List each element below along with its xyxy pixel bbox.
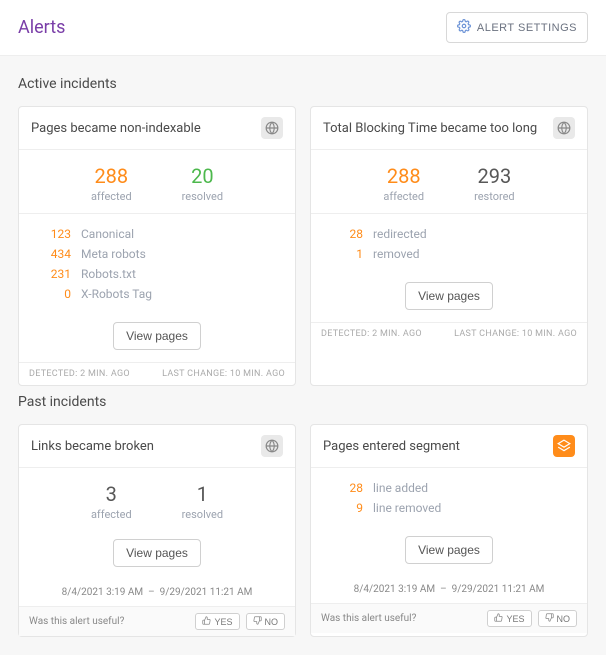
card-segment: Pages entered segment 28 line added 9 line…	[310, 424, 588, 637]
stat-affected-label: affected	[383, 190, 424, 203]
stat-affected-num: 288	[383, 164, 424, 188]
no-label: NO	[557, 614, 571, 624]
line-label: Robots.txt	[81, 267, 136, 281]
stat-restored-num: 293	[474, 164, 515, 188]
yes-label: YES	[506, 614, 524, 624]
thumbs-down-icon	[253, 616, 262, 627]
section-active-title: Active incidents	[18, 76, 588, 92]
date-to: 9/29/2021 11:21 AM	[160, 587, 253, 598]
detail-line: 28 line added	[323, 478, 575, 498]
section-past-title: Past incidents	[18, 394, 588, 410]
date-from: 8/4/2021 3:19 AM	[354, 584, 435, 595]
stat-affected-num: 3	[91, 482, 132, 506]
detected-meta: DETECTED: 2 MIN. AGO	[321, 329, 422, 339]
page-title: Alerts	[18, 17, 65, 38]
detail-line: 0 X-Robots Tag	[31, 284, 283, 304]
thumbs-down-icon	[545, 613, 554, 624]
line-label: Canonical	[81, 227, 134, 241]
line-label: redirected	[373, 227, 427, 241]
gear-icon	[457, 19, 471, 36]
view-pages-button[interactable]: View pages	[405, 536, 493, 564]
card-broken-links: Links became broken 3 affected 1 resolve…	[18, 424, 296, 637]
detail-line: 28 redirected	[323, 224, 575, 244]
card-title: Links became broken	[31, 439, 154, 454]
line-num: 28	[323, 481, 363, 495]
stat-resolved-label: resolved	[182, 508, 223, 521]
view-pages-button[interactable]: View pages	[113, 539, 201, 567]
stat-affected-num: 288	[91, 164, 132, 188]
segment-icon	[553, 435, 575, 457]
line-num: 123	[31, 227, 71, 241]
stat-restored: 293 restored	[474, 164, 515, 203]
line-num: 9	[323, 501, 363, 515]
detail-line: 434 Meta robots	[31, 244, 283, 264]
line-label: line removed	[373, 501, 441, 515]
stat-affected: 3 affected	[91, 482, 132, 521]
line-num: 434	[31, 247, 71, 261]
line-label: X-Robots Tag	[81, 287, 152, 301]
useful-yes-button[interactable]: YES	[195, 613, 239, 630]
thumbs-up-icon	[494, 613, 503, 624]
stat-resolved-label: resolved	[182, 190, 223, 203]
stat-affected-label: affected	[91, 190, 132, 203]
useful-no-button[interactable]: NO	[246, 613, 286, 630]
globe-icon	[261, 435, 283, 457]
line-label: Meta robots	[81, 247, 146, 261]
card-tbt: Total Blocking Time became too long 288 …	[310, 106, 588, 386]
yes-label: YES	[214, 617, 232, 627]
useful-yes-button[interactable]: YES	[487, 610, 531, 627]
stat-affected: 288 affected	[91, 164, 132, 203]
globe-icon	[553, 117, 575, 139]
date-range: 8/4/2021 3:19 AM – 9/29/2021 11:21 AM	[19, 579, 295, 606]
stat-restored-label: restored	[474, 190, 515, 203]
stat-resolved: 20 resolved	[182, 164, 223, 203]
stat-affected: 288 affected	[383, 164, 424, 203]
detected-meta: DETECTED: 2 MIN. AGO	[29, 369, 130, 379]
useful-label: Was this alert useful?	[29, 616, 124, 627]
detail-line: 231 Robots.txt	[31, 264, 283, 284]
thumbs-up-icon	[202, 616, 211, 627]
view-pages-button[interactable]: View pages	[405, 282, 493, 310]
stat-resolved-num: 20	[182, 164, 223, 188]
stat-affected-label: affected	[91, 508, 132, 521]
useful-no-button[interactable]: NO	[538, 610, 578, 627]
card-nonindexable: Pages became non-indexable 288 affected …	[18, 106, 296, 386]
detail-line: 9 line removed	[323, 498, 575, 518]
date-to: 9/29/2021 11:21 AM	[452, 584, 545, 595]
view-pages-button[interactable]: View pages	[113, 322, 201, 350]
card-title: Total Blocking Time became too long	[323, 121, 537, 136]
detail-line: 123 Canonical	[31, 224, 283, 244]
no-label: NO	[265, 617, 279, 627]
line-label: line added	[373, 481, 428, 495]
globe-icon	[261, 117, 283, 139]
card-title: Pages entered segment	[323, 439, 460, 454]
last-change-meta: LAST CHANGE: 10 MIN. AGO	[454, 329, 577, 339]
useful-label: Was this alert useful?	[321, 613, 416, 624]
stat-resolved: 1 resolved	[182, 482, 223, 521]
last-change-meta: LAST CHANGE: 10 MIN. AGO	[162, 369, 285, 379]
line-num: 1	[323, 247, 363, 261]
detail-line: 1 removed	[323, 244, 575, 264]
date-range: 8/4/2021 3:19 AM – 9/29/2021 11:21 AM	[311, 576, 587, 603]
stat-resolved-num: 1	[182, 482, 223, 506]
card-title: Pages became non-indexable	[31, 121, 201, 136]
date-from: 8/4/2021 3:19 AM	[62, 587, 143, 598]
alert-settings-button[interactable]: ALERT SETTINGS	[446, 12, 588, 43]
line-num: 28	[323, 227, 363, 241]
line-label: removed	[373, 247, 419, 261]
line-num: 231	[31, 267, 71, 281]
alert-settings-label: ALERT SETTINGS	[477, 22, 577, 34]
line-num: 0	[31, 287, 71, 301]
